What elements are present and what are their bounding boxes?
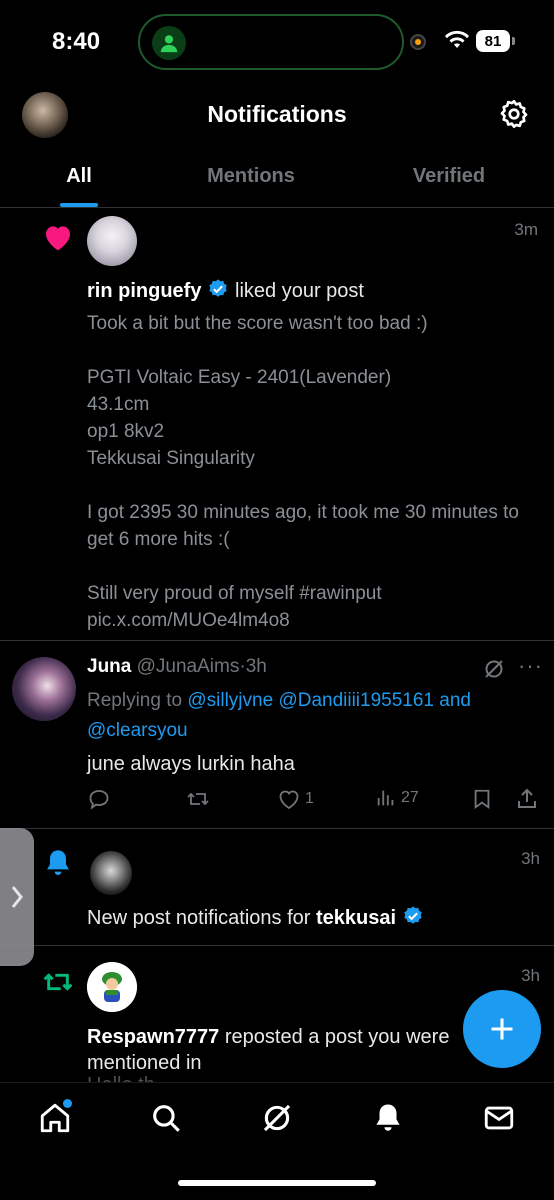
page-title: Notifications	[207, 101, 347, 127]
compose-post-button[interactable]	[463, 990, 541, 1068]
notification-summary: Respawn7777 reposted a post you were men…	[87, 1026, 450, 1074]
mention-link[interactable]: @Dandiiii1955161	[278, 690, 434, 711]
user-name[interactable]: tekkusai	[316, 907, 396, 929]
avatar[interactable]	[87, 216, 137, 266]
views-button[interactable]: 27	[375, 787, 419, 809]
tab-all[interactable]: All	[0, 150, 158, 207]
tab-verified[interactable]: Verified	[344, 150, 554, 207]
avatar[interactable]	[12, 657, 76, 721]
status-bar: 8:40 81	[0, 0, 554, 80]
avatar[interactable]	[87, 962, 137, 1012]
avatar[interactable]	[90, 851, 132, 895]
share-button[interactable]	[515, 787, 539, 811]
side-panel-handle[interactable]	[0, 828, 34, 966]
notification-summary: rin pinguefy liked your post	[87, 278, 364, 306]
repost-icon	[40, 966, 76, 1003]
grok-icon[interactable]	[260, 1101, 294, 1140]
user-name[interactable]: rin pinguefy	[87, 280, 201, 302]
notification-time: 3h	[521, 849, 540, 868]
app-header: Notifications	[0, 80, 554, 150]
battery-indicator: 81	[476, 30, 515, 52]
post-time: 3h	[245, 656, 267, 677]
repost-button[interactable]	[185, 787, 211, 811]
notification-tabs: All Mentions Verified	[0, 150, 554, 208]
notification-feed: 3m rin pinguefy liked your post Took a b…	[0, 208, 554, 1082]
status-time: 8:40	[52, 28, 101, 55]
grok-icon[interactable]	[482, 657, 506, 686]
notification-time: 3m	[514, 220, 538, 239]
post-text: june always lurkin haha	[87, 753, 295, 775]
notification-summary: New post notifications for tekkusai	[87, 905, 424, 933]
reply-button[interactable]	[87, 787, 111, 811]
plus-icon	[491, 1018, 513, 1040]
replying-to: Replying to @sillyjvne @Dandiiii1955161 …	[87, 690, 471, 741]
post-preview-text: Took a bit but the score wasn't too bad …	[87, 313, 519, 631]
view-count: 27	[401, 789, 419, 806]
mic-indicator-icon	[410, 34, 426, 50]
search-icon[interactable]	[149, 1101, 183, 1140]
call-person-icon	[152, 26, 186, 60]
user-name[interactable]: Respawn7777	[87, 1026, 219, 1048]
user-handle[interactable]: @JunaAims	[137, 656, 240, 677]
notification-action: liked your post	[235, 280, 364, 302]
verified-badge-icon	[402, 905, 424, 933]
bookmark-icon	[474, 789, 490, 810]
post-header: Juna @JunaAims·3h	[87, 656, 267, 677]
like-count: 1	[305, 790, 314, 807]
home-indicator[interactable]	[178, 1180, 376, 1186]
tab-mentions[interactable]: Mentions	[158, 150, 344, 207]
like-notification[interactable]: 3m rin pinguefy liked your post Took a b…	[0, 208, 554, 641]
heart-outline-icon	[279, 790, 299, 810]
more-options-icon[interactable]: ···	[518, 653, 543, 679]
messages-icon[interactable]	[482, 1101, 516, 1140]
post-preview-text: Hello th...	[87, 1074, 171, 1082]
bell-icon	[42, 847, 74, 884]
reply-post[interactable]: Juna @JunaAims·3h ··· Replying to @silly…	[0, 641, 554, 829]
wifi-icon	[444, 30, 470, 55]
settings-gear-icon[interactable]	[498, 98, 530, 135]
post-actions: 1 27	[87, 787, 542, 817]
bookmark-button[interactable]	[471, 787, 493, 811]
notifications-bell-icon[interactable]	[371, 1101, 405, 1140]
reply-icon	[89, 790, 109, 810]
views-icon	[377, 790, 394, 806]
notification-time: 3h	[521, 966, 540, 985]
like-button[interactable]: 1	[277, 787, 314, 811]
chevron-right-icon	[11, 886, 23, 908]
user-name[interactable]: Juna	[87, 656, 131, 677]
dynamic-island	[138, 14, 404, 70]
repost-icon	[187, 792, 209, 806]
share-icon	[518, 788, 536, 808]
home-unread-dot	[63, 1099, 72, 1108]
mention-link[interactable]: @sillyjvne	[187, 690, 273, 711]
heart-icon	[42, 222, 74, 257]
mention-link[interactable]: @clearsyou	[87, 720, 188, 741]
new-post-notification[interactable]: 3h New post notifications for tekkusai	[0, 829, 554, 946]
verified-badge-icon	[207, 278, 229, 306]
